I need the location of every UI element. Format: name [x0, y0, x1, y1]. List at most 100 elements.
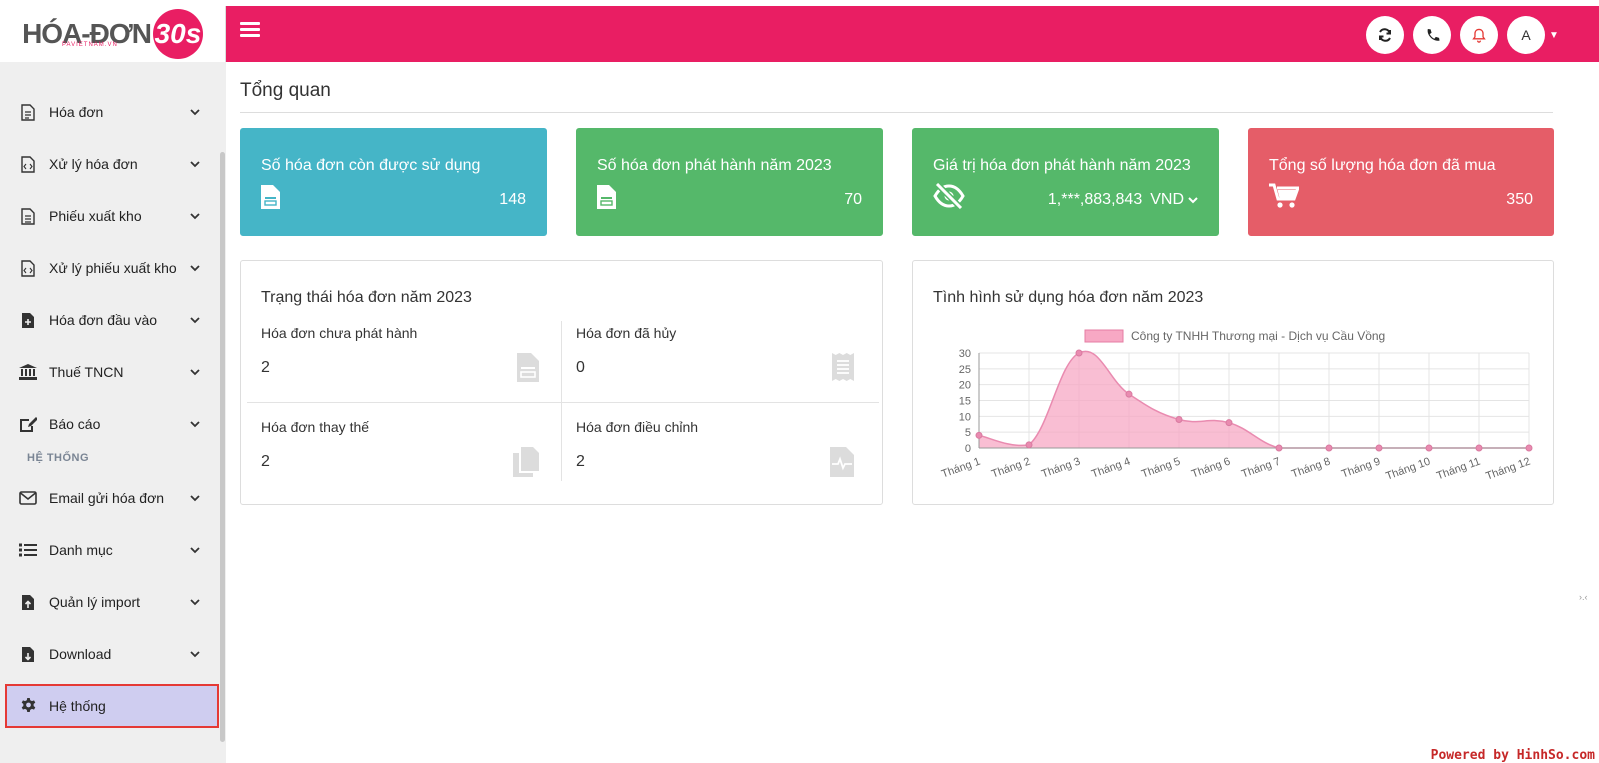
- x-tick-label: Tháng 11: [1435, 456, 1482, 483]
- series-area: [979, 351, 1529, 448]
- sidebar-item-download[interactable]: Download: [0, 628, 218, 680]
- data-point: [1125, 390, 1133, 398]
- sidebar-item-label: Email gửi hóa đơn: [49, 490, 165, 506]
- data-point: [1475, 444, 1483, 452]
- chevron-down-icon: [190, 367, 200, 377]
- x-tick-label: Tháng 8: [1290, 456, 1332, 481]
- phone-icon: [1427, 28, 1440, 41]
- y-tick-label: 30: [959, 348, 971, 360]
- x-tick-label: Tháng 6: [1190, 456, 1232, 481]
- x-tick-label: Tháng 2: [990, 456, 1032, 481]
- sidebar-item-thue-tncn[interactable]: Thuế TNCN: [0, 346, 218, 398]
- x-tick-label: Tháng 12: [1484, 456, 1532, 483]
- data-point: [975, 431, 983, 439]
- sidebar-item-xu-ly-phieu-xuat-kho[interactable]: Xử lý phiếu xuất kho: [0, 242, 218, 294]
- x-tick-label: Tháng 10: [1384, 456, 1432, 483]
- invoice-status-panel: Trạng thái hóa đơn năm 2023 Hóa đơn chưa…: [240, 260, 883, 505]
- currency-select[interactable]: VND: [1150, 191, 1198, 209]
- invoice-usage-chart-panel: Tình hình sử dụng hóa đơn năm 2023 Công …: [912, 260, 1554, 505]
- usage-chart: Công ty TNHH Thương mại - Dịch vụ Cầu Vồ…: [940, 329, 1533, 483]
- data-point: [1225, 419, 1233, 427]
- chevron-down-icon: [1188, 196, 1198, 203]
- divider: [240, 112, 1553, 113]
- sidebar-item-label: Download: [49, 646, 112, 662]
- sidebar-item-hoa-don-dau-vao[interactable]: Hóa đơn đầu vào: [0, 294, 218, 346]
- logo[interactable]: HÓA-ĐƠN 30s PAVIETNAM.VN: [0, 6, 226, 62]
- sidebar-item-label: Phiếu xuất kho: [49, 208, 142, 224]
- chevron-down-icon: [190, 211, 200, 221]
- stat-card-issued[interactable]: Số hóa đơn phát hành năm 2023 70: [576, 128, 883, 236]
- sidebar-item-he-thong[interactable]: Hệ thống: [5, 684, 219, 728]
- stat-card-value: 148: [499, 191, 526, 208]
- side-handle[interactable]: ›.‹: [1579, 592, 1599, 622]
- sidebar-item-label: Xử lý phiếu xuất kho: [49, 260, 177, 276]
- receipt-icon: [832, 353, 854, 386]
- phone-button[interactable]: [1413, 16, 1451, 54]
- sidebar-item-email[interactable]: Email gửi hóa đơn: [0, 472, 218, 524]
- chevron-down-icon: [190, 315, 200, 325]
- bell-icon: [1472, 28, 1486, 43]
- status-cell-cancelled: Hóa đơn đã hủy 0: [562, 321, 872, 401]
- x-tick-label: Tháng 7: [1240, 456, 1282, 481]
- status-value: 2: [261, 453, 270, 470]
- panel-title: Trạng thái hóa đơn năm 2023: [261, 289, 472, 306]
- file-waveform-icon: [830, 447, 854, 482]
- sidebar-item-phieu-xuat-kho[interactable]: Phiếu xuất kho: [0, 190, 218, 242]
- file-download-icon: [18, 646, 38, 663]
- hamburger-menu-icon[interactable]: [240, 22, 260, 38]
- stat-card-value: 350: [1506, 191, 1533, 208]
- stat-card-remaining[interactable]: Số hóa đơn còn được sử dụng 148: [240, 128, 547, 236]
- user-avatar[interactable]: A: [1507, 16, 1545, 54]
- sidebar-section-label: HỆ THỐNG: [27, 452, 90, 464]
- refresh-button[interactable]: [1366, 16, 1404, 54]
- top-bar: A ▼: [226, 6, 1599, 62]
- sidebar-scrollbar[interactable]: [220, 152, 225, 742]
- sidebar-item-quan-ly-import[interactable]: Quản lý import: [0, 576, 218, 628]
- y-tick-label: 10: [959, 411, 971, 423]
- chevron-down-icon: [190, 263, 200, 273]
- status-value: 0: [576, 359, 585, 376]
- footer-credit: Powered by HinhSo.com: [1430, 748, 1595, 763]
- file-lines-icon: [18, 207, 38, 225]
- bank-icon: [18, 364, 38, 380]
- data-point: [1375, 444, 1383, 452]
- page-title: Tổng quan: [240, 80, 331, 101]
- eye-slash-icon[interactable]: [933, 181, 965, 214]
- sidebar-item-danh-muc[interactable]: Danh mục: [0, 524, 218, 576]
- file-plus-icon: [18, 312, 38, 329]
- sidebar-item-label: Hóa đơn: [49, 104, 104, 120]
- status-cell-unissued: Hóa đơn chưa phát hành 2: [247, 321, 557, 401]
- sidebar-item-label: Hóa đơn đầu vào: [49, 312, 158, 328]
- status-cell-adjustment: Hóa đơn điều chỉnh 2: [562, 415, 872, 495]
- chevron-down-icon: [190, 545, 200, 555]
- chevron-down-icon: [190, 597, 200, 607]
- invoice-icon: [261, 185, 280, 214]
- edit-report-icon: [18, 416, 38, 433]
- stat-card-title: Số hóa đơn còn được sử dụng: [261, 157, 481, 174]
- notification-button[interactable]: [1460, 16, 1498, 54]
- stat-card-purchased[interactable]: Tổng số lượng hóa đơn đã mua 350: [1248, 128, 1554, 236]
- currency-label: VND: [1150, 191, 1184, 208]
- sidebar-item-xu-ly-hoa-don[interactable]: Xử lý hóa đơn: [0, 138, 218, 190]
- cart-icon: [1269, 183, 1301, 214]
- y-tick-label: 25: [959, 364, 971, 376]
- sidebar-item-bao-cao[interactable]: Báo cáo: [0, 398, 218, 450]
- x-tick-label: Tháng 3: [1040, 456, 1082, 481]
- status-label: Hóa đơn thay thế: [261, 419, 370, 435]
- sidebar-item-label: Báo cáo: [49, 416, 101, 432]
- stat-card-title: Tổng số lượng hóa đơn đã mua: [1269, 157, 1496, 174]
- divider: [247, 402, 879, 403]
- sidebar-item-label: Danh mục: [49, 542, 113, 558]
- logo-subtext: PAVIETNAM.VN: [62, 42, 118, 48]
- chevron-down-icon: [190, 107, 200, 117]
- x-tick-label: Tháng 5: [1140, 456, 1182, 481]
- status-label: Hóa đơn chưa phát hành: [261, 325, 418, 341]
- chevron-down-icon: [190, 649, 200, 659]
- stat-card-value: 1,***,883,843: [1047, 191, 1143, 208]
- data-point: [1325, 444, 1333, 452]
- sidebar-item-hoa-don[interactable]: Hóa đơn: [0, 86, 218, 138]
- chevron-down-icon[interactable]: ▼: [1549, 30, 1559, 41]
- stat-card-value-issued[interactable]: Giá trị hóa đơn phát hành năm 2023 1,***…: [912, 128, 1219, 236]
- sidebar-item-label: Thuế TNCN: [49, 364, 124, 380]
- x-tick-label: Tháng 4: [1090, 456, 1132, 481]
